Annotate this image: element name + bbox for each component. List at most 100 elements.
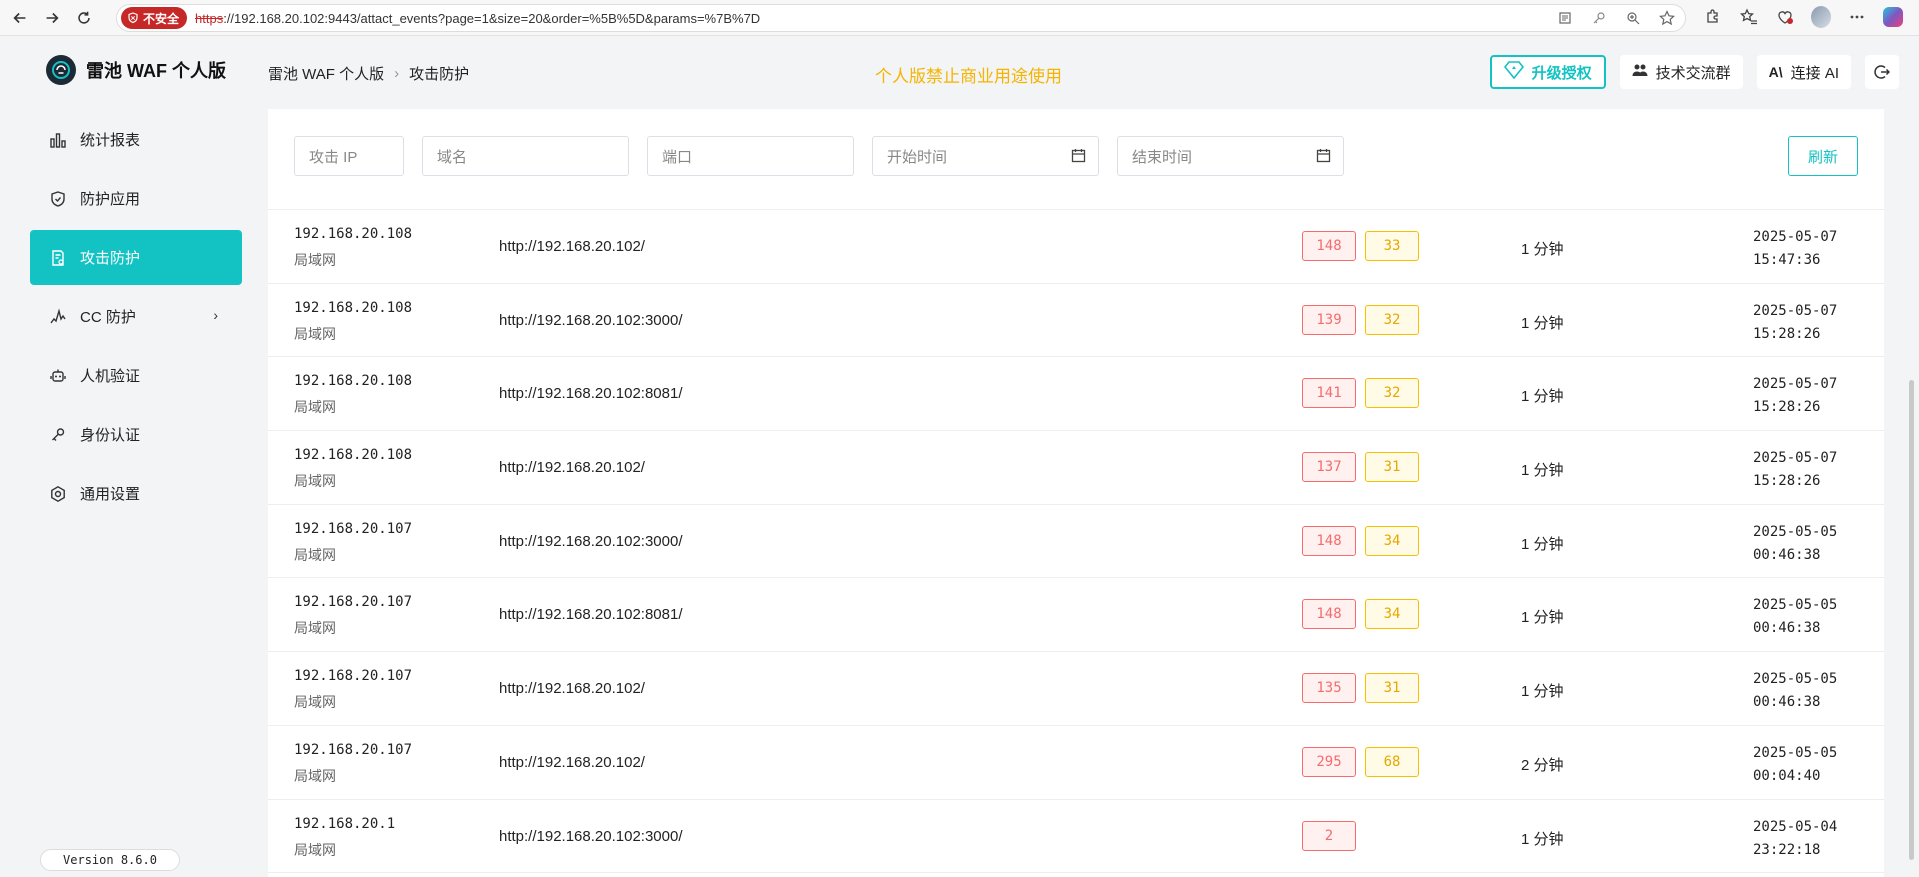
event-date: 2025-05-05	[1753, 523, 1838, 540]
domain-input[interactable]: 域名	[422, 136, 629, 176]
attack-duration: 1 分钟	[1521, 535, 1564, 553]
wave-icon	[48, 307, 68, 327]
secondary-count-badge: 68	[1365, 746, 1419, 777]
table-row[interactable]: 192.168.20.108 局域网 http://192.168.20.102:3…	[268, 284, 1884, 358]
attack-count-badge: 148	[1302, 231, 1356, 261]
sidebar-item-attack-protection[interactable]: 攻击防护	[30, 230, 242, 285]
browser-toolbar: 不安全 https://192.168.20.102:9443/attact_e…	[0, 0, 1919, 36]
upgrade-label: 升级授权	[1531, 64, 1592, 82]
more-menu-icon[interactable]	[1847, 7, 1867, 27]
shield-icon	[48, 189, 68, 209]
attack-duration: 1 分钟	[1521, 462, 1564, 480]
table-row[interactable]: 192.168.20.107 局域网 http://192.168.20.102:8…	[268, 578, 1884, 653]
community-group-label: 技术交流群	[1655, 64, 1731, 82]
secondary-count-badge: 32	[1365, 378, 1419, 409]
secondary-count-badge: 33	[1365, 231, 1419, 261]
event-time: 2025-05-05 00:04:40	[1753, 742, 1837, 788]
attacker-ip: 192.168.20.108	[294, 447, 413, 464]
refresh-button[interactable]: 刷新	[1788, 136, 1858, 176]
attacker-region: 局域网	[294, 767, 336, 784]
copilot-icon[interactable]	[1883, 7, 1903, 27]
event-clock: 15:28:26	[1753, 399, 1821, 416]
brand-name: 雷池 WAF 个人版	[86, 61, 226, 81]
reading-view-icon[interactable]	[1555, 8, 1575, 28]
attacker-ip: 192.168.20.107	[294, 594, 413, 611]
robot-icon	[48, 366, 68, 386]
version-badge: Version 8.6.0	[40, 849, 180, 871]
table-row[interactable]: 192.168.20.1 局域网 http://192.168.20.102:300…	[268, 800, 1884, 874]
event-time: 2025-05-07 15:47:36	[1753, 226, 1837, 272]
attack-count-badge: 135	[1302, 673, 1356, 704]
connect-ai-button[interactable]: A\ 连接 AI	[1756, 55, 1851, 89]
attack-ip-input[interactable]: 攻击 IP	[294, 136, 404, 176]
profile-avatar[interactable]	[1811, 6, 1831, 28]
event-clock: 00:04:40	[1753, 767, 1821, 784]
target-url: http://192.168.20.102/	[499, 459, 645, 477]
attacker-region: 局域网	[294, 252, 336, 268]
attack-duration: 1 分钟	[1521, 388, 1564, 406]
community-group-button[interactable]: 技术交流群	[1619, 55, 1743, 89]
sidebar-item-settings[interactable]: 通用设置	[30, 466, 242, 521]
event-date: 2025-05-05	[1753, 597, 1838, 614]
back-button[interactable]	[4, 4, 36, 32]
event-clock: 15:28:26	[1753, 473, 1821, 490]
table-row[interactable]: 192.168.20.107 局域网 http://192.168.20.102/1…	[268, 652, 1884, 726]
attacker-ip: 192.168.20.107	[294, 741, 413, 758]
table-row[interactable]: 192.168.20.108 局域网 http://192.168.20.102/1…	[268, 210, 1884, 284]
calendar-icon	[1316, 148, 1331, 167]
url-path: ://192.168.20.102:9443/attact_events?pag…	[223, 10, 761, 26]
attack-ip-placeholder: 攻击 IP	[309, 148, 358, 166]
attack-duration: 2 分钟	[1521, 756, 1564, 774]
reload-button[interactable]	[68, 4, 100, 32]
table-row[interactable]: 192.168.20.108 局域网 http://192.168.20.102:8…	[268, 357, 1884, 432]
sidebar-item-label: 通用设置	[80, 486, 141, 503]
logout-button[interactable]	[1865, 55, 1899, 89]
attacker-ip: 192.168.20.108	[294, 299, 413, 316]
attack-events-panel: 攻击 IP 域名 端口 开始时间 结束时间 刷新 192.168.20.108 局…	[268, 109, 1884, 877]
browser-essentials-icon[interactable]	[1775, 7, 1795, 27]
sidebar-item-statistics[interactable]: 统计报表	[30, 112, 242, 167]
target-url: http://192.168.20.102/	[499, 753, 645, 771]
target-url: http://192.168.20.102:3000/	[499, 532, 683, 550]
attack-count-badge: 148	[1302, 599, 1356, 630]
table-row[interactable]: 192.168.20.107 局域网 http://192.168.20.102:3…	[268, 505, 1884, 579]
zoom-icon[interactable]	[1623, 8, 1643, 28]
extensions-icon[interactable]	[1703, 7, 1723, 27]
sidebar-item-cc-protection[interactable]: CC 防护 ›	[30, 289, 242, 344]
sidebar-item-label: 防护应用	[80, 191, 141, 208]
arrow-right-icon	[46, 12, 59, 23]
security-warning-badge[interactable]: 不安全	[121, 7, 188, 29]
upgrade-button[interactable]: 升级授权	[1489, 55, 1606, 89]
attack-count-badge: 148	[1302, 525, 1356, 556]
event-time: 2025-05-05 00:46:38	[1753, 521, 1837, 567]
end-time-picker[interactable]: 结束时间	[1117, 136, 1344, 176]
secondary-count-badge: 31	[1365, 673, 1419, 704]
filter-bar: 攻击 IP 域名 端口 开始时间 结束时间	[294, 136, 1344, 176]
favorites-icon[interactable]	[1739, 7, 1759, 27]
target-url: http://192.168.20.102:3000/	[499, 311, 683, 329]
event-time: 2025-05-04 23:22:18	[1753, 816, 1837, 862]
end-time-placeholder: 结束时间	[1132, 148, 1193, 166]
port-input[interactable]: 端口	[647, 136, 854, 176]
app-header: 雷池 WAF 个人版 › 攻击防护 个人版禁止商业用途使用 升级授权 技术交流群…	[268, 37, 1919, 109]
target-url: http://192.168.20.102:8081/	[499, 385, 683, 403]
sidebar-item-applications[interactable]: 防护应用	[30, 171, 242, 226]
address-bar[interactable]: 不安全 https://192.168.20.102:9443/attact_e…	[116, 4, 1686, 32]
sidebar-item-captcha[interactable]: 人机验证	[30, 348, 242, 403]
event-date: 2025-05-04	[1753, 818, 1838, 835]
page-scrollbar[interactable]	[1909, 380, 1914, 860]
breadcrumb-home[interactable]: 雷池 WAF 个人版	[268, 63, 384, 84]
ai-icon: A\	[1768, 64, 1783, 80]
forward-button[interactable]	[36, 4, 68, 32]
safeline-logo-icon	[46, 55, 76, 85]
event-clock: 15:28:26	[1753, 325, 1821, 342]
table-row[interactable]: 192.168.20.107 局域网 http://192.168.20.102/2…	[268, 726, 1884, 800]
favorite-star-icon[interactable]	[1657, 8, 1677, 28]
brand[interactable]: 雷池 WAF 个人版	[46, 55, 226, 85]
start-time-picker[interactable]: 开始时间	[872, 136, 1099, 176]
attack-events-table: 192.168.20.108 局域网 http://192.168.20.102/1…	[268, 209, 1884, 874]
sidebar-item-auth[interactable]: 身份认证	[30, 407, 242, 462]
chevron-right-icon: ›	[213, 307, 218, 323]
password-key-icon[interactable]	[1589, 8, 1609, 28]
table-row[interactable]: 192.168.20.108 局域网 http://192.168.20.102/1…	[268, 431, 1884, 505]
